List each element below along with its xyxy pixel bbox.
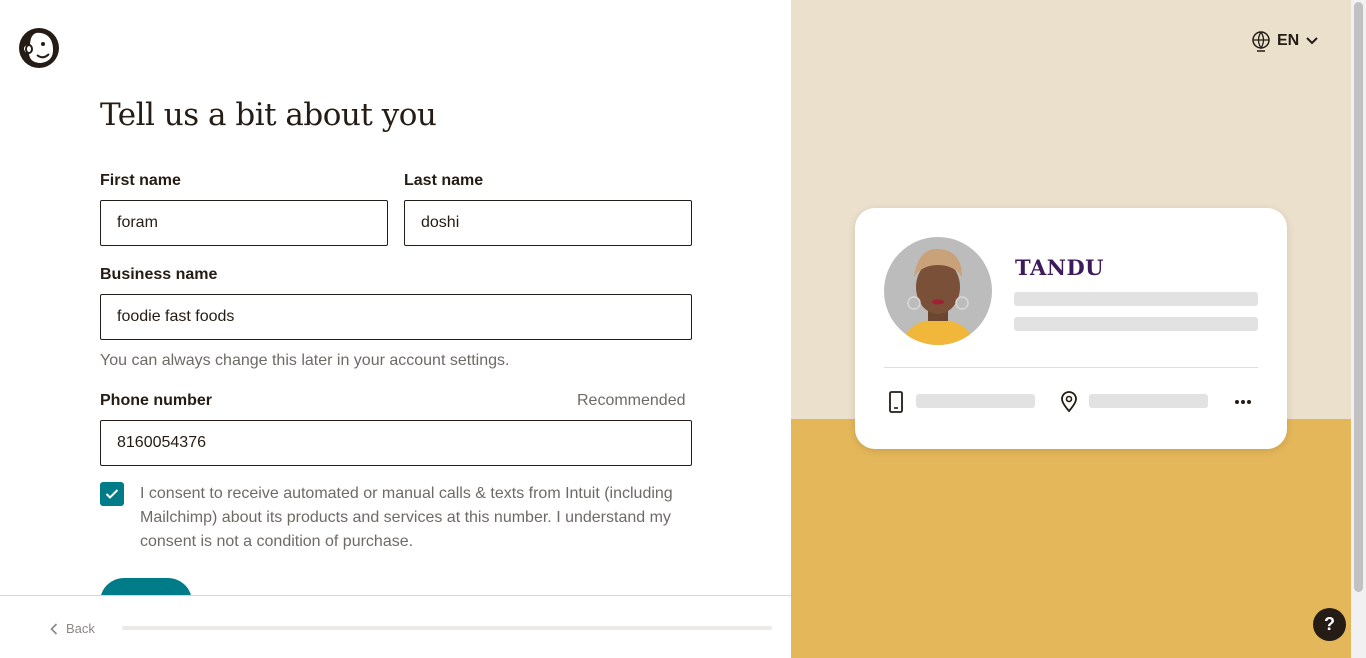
back-button[interactable]: Back <box>50 621 95 636</box>
business-name-hint: You can always change this later in your… <box>100 352 510 369</box>
card-divider <box>884 367 1258 368</box>
footer-bar: Back <box>0 595 791 658</box>
consent-checkbox[interactable] <box>100 482 124 506</box>
signup-form-panel: Tell us a bit about you First name Last … <box>0 0 791 658</box>
phone-label: Phone number <box>100 392 213 409</box>
progress-bar <box>122 626 772 630</box>
help-button[interactable]: ? <box>1313 608 1346 641</box>
mailchimp-logo-icon <box>15 24 62 72</box>
first-name-label: First name <box>100 172 181 189</box>
business-preview-card: TANDU <box>855 208 1287 449</box>
chevron-left-icon <box>50 622 58 635</box>
more-options-icon <box>1235 400 1251 404</box>
phone-recommended-tag: Recommended <box>577 392 686 409</box>
language-code: EN <box>1277 32 1300 49</box>
placeholder-line <box>1014 317 1258 331</box>
last-name-input[interactable] <box>404 200 692 246</box>
consent-text: I consent to receive automated or manual… <box>140 485 673 550</box>
location-pin-icon <box>1061 391 1077 413</box>
placeholder-line <box>1014 292 1258 306</box>
placeholder-line <box>1089 394 1208 408</box>
first-name-input[interactable] <box>100 200 388 246</box>
back-label: Back <box>66 621 95 636</box>
phone-input[interactable] <box>100 420 692 466</box>
business-name-input[interactable] <box>100 294 692 340</box>
scrollbar[interactable] <box>1351 0 1366 658</box>
avatar <box>884 237 992 345</box>
page-title: Tell us a bit about you <box>100 97 437 133</box>
brand-name: TANDU <box>1015 255 1104 280</box>
globe-icon <box>1252 31 1270 52</box>
phone-icon <box>889 391 903 413</box>
last-name-label: Last name <box>404 172 484 189</box>
checkmark-icon <box>105 489 119 499</box>
scrollbar-thumb[interactable] <box>1354 2 1363 592</box>
preview-background-bottom <box>791 419 1351 658</box>
language-selector[interactable]: EN <box>1251 30 1319 52</box>
placeholder-line <box>916 394 1035 408</box>
chevron-down-icon <box>1306 37 1318 45</box>
business-name-label: Business name <box>100 266 218 283</box>
preview-panel: EN TANDU <box>791 0 1351 658</box>
